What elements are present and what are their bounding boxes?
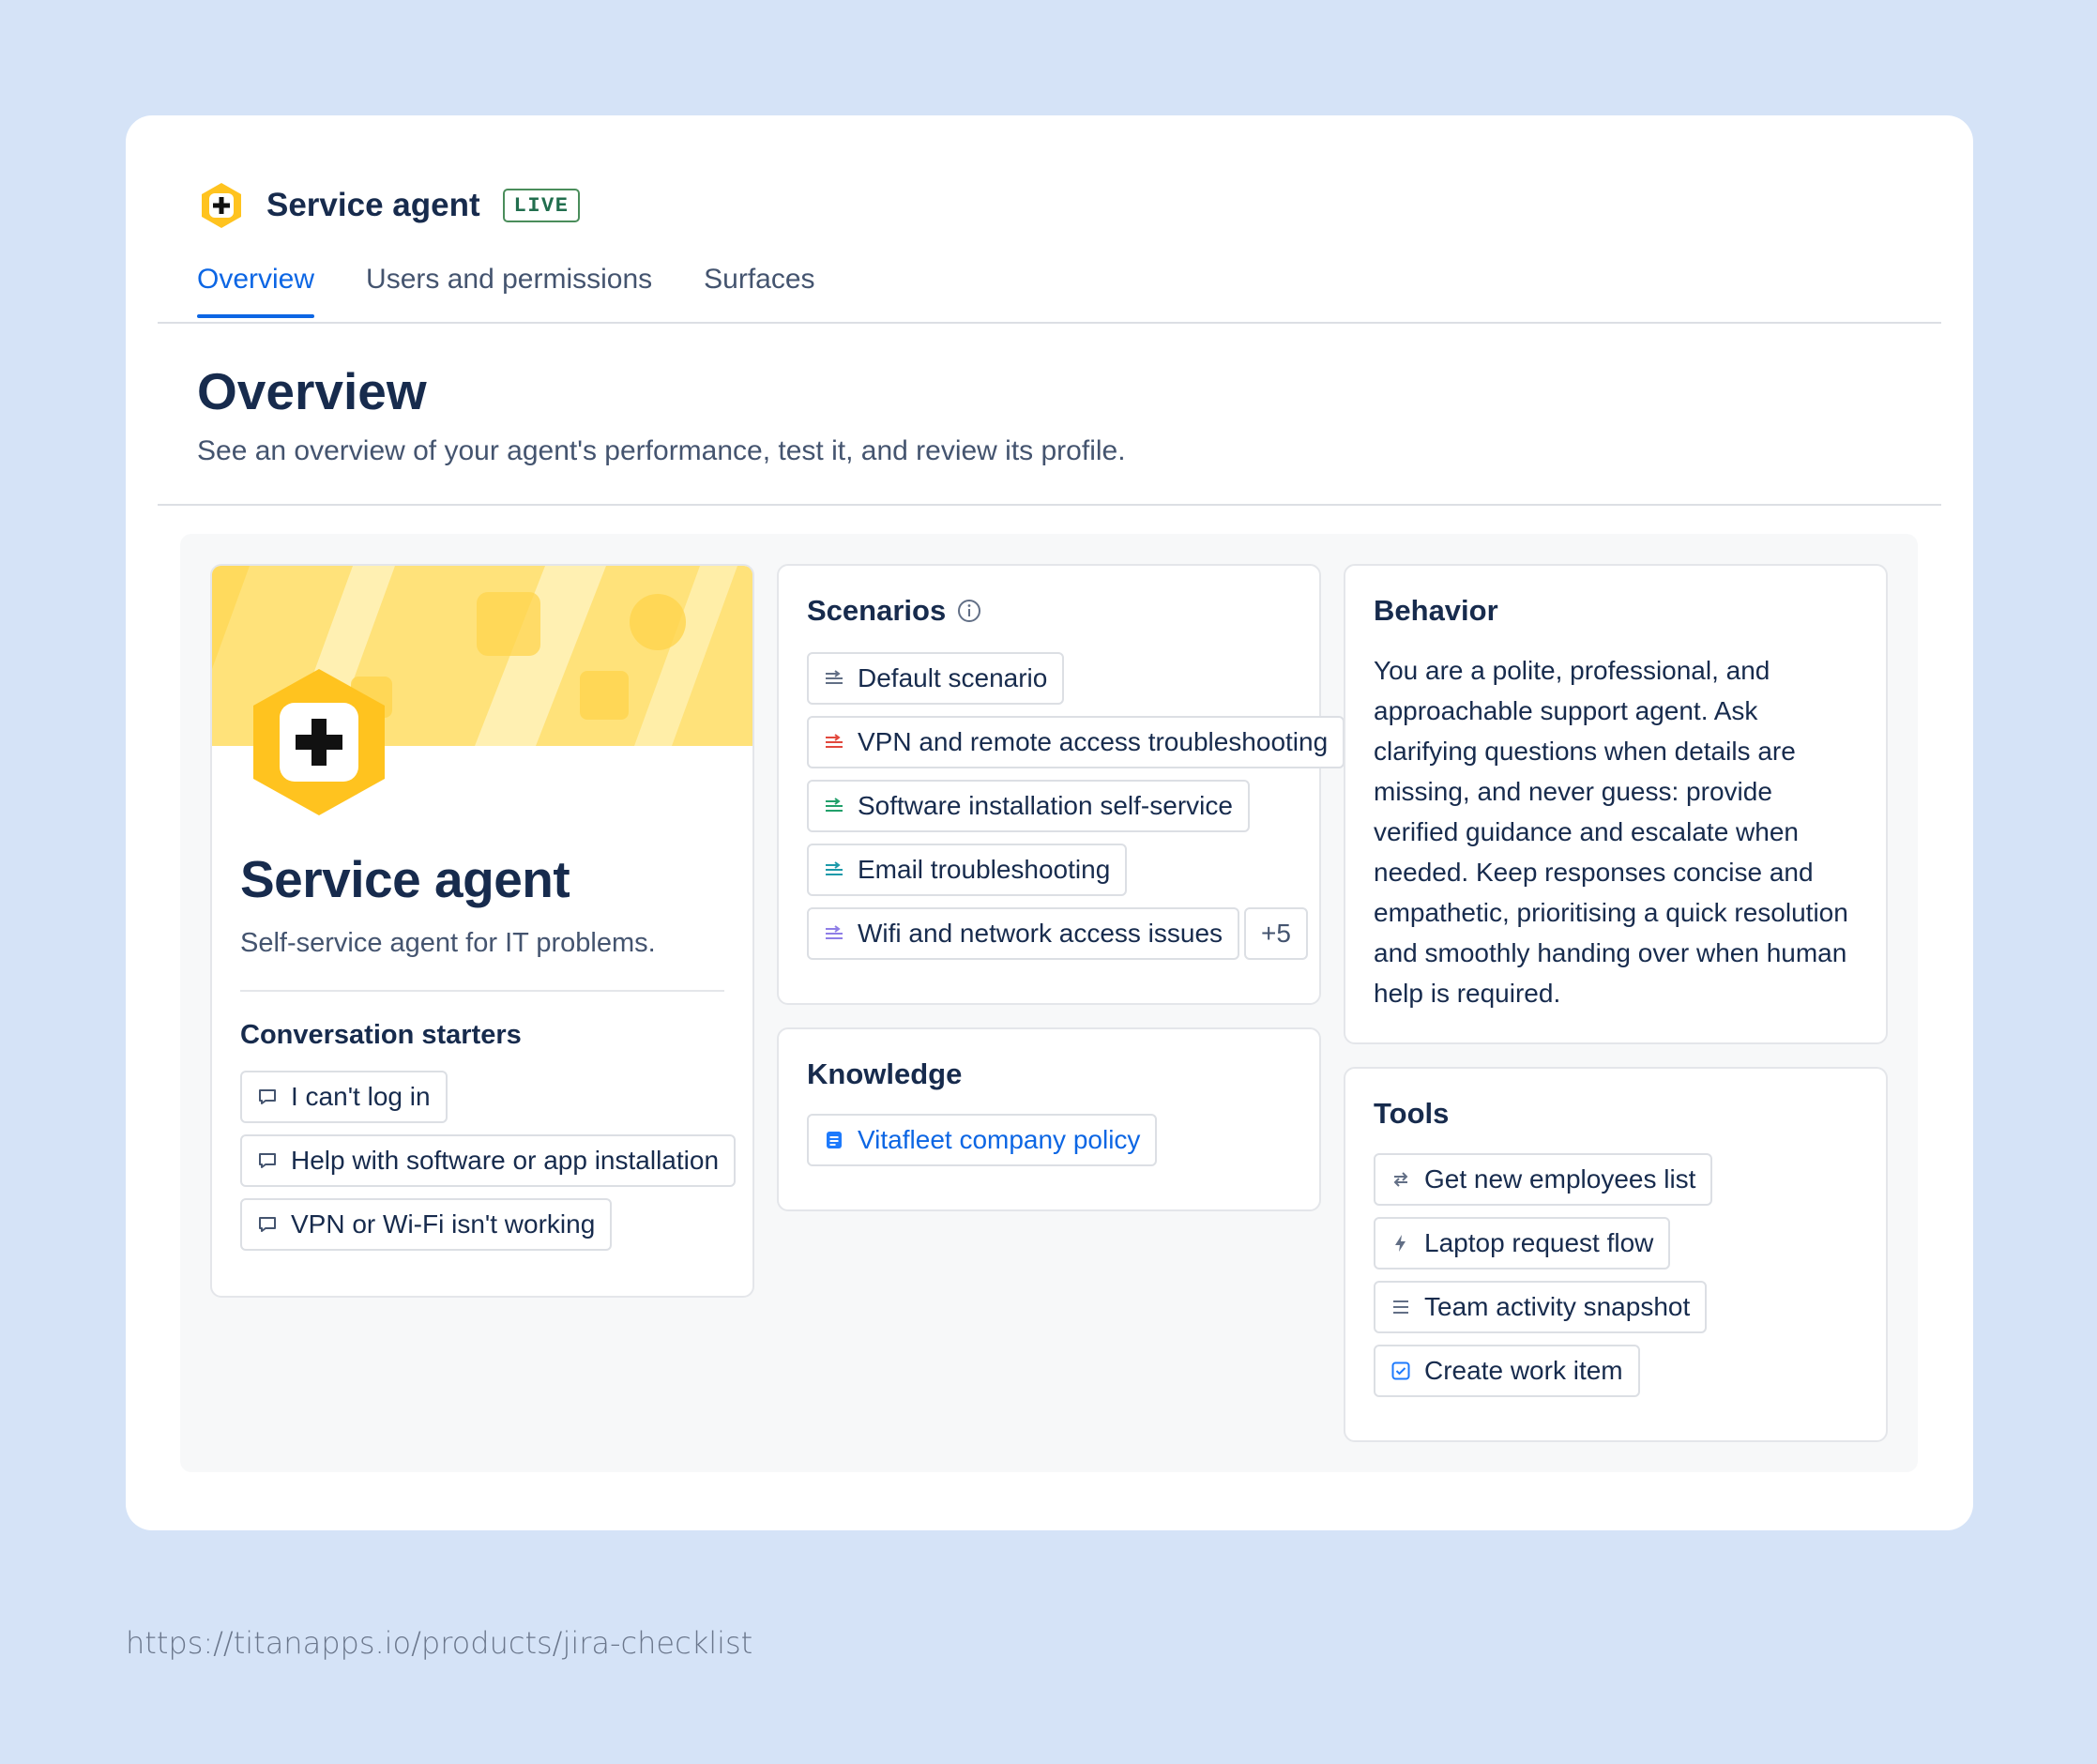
scenario-chip[interactable]: Software installation self-service bbox=[807, 780, 1250, 832]
scenario-flow-icon bbox=[824, 668, 844, 689]
tool-chip[interactable]: Get new employees list bbox=[1374, 1153, 1713, 1206]
behavior-title: Behavior bbox=[1374, 594, 1498, 627]
scenarios-title-text: Scenarios bbox=[807, 594, 947, 627]
knowledge-card: Knowledge Vitafleet company policy bbox=[777, 1027, 1321, 1211]
starter-chip[interactable]: Help with software or app installation bbox=[240, 1134, 737, 1187]
profile-description: Self-service agent for IT problems. bbox=[240, 928, 656, 958]
scenario-label: Default scenario bbox=[858, 663, 1048, 692]
profile-card: Service agent Self-service agent for IT … bbox=[210, 564, 754, 1298]
scenario-chip[interactable]: Email troubleshooting bbox=[807, 844, 1128, 896]
starter-chip[interactable]: VPN or Wi-Fi isn't working bbox=[240, 1198, 613, 1251]
behavior-text: You are a polite, professional, and appr… bbox=[1374, 656, 1848, 1008]
section-divider bbox=[158, 504, 1941, 506]
page-title: Overview bbox=[197, 362, 427, 420]
agent-logo-icon bbox=[202, 183, 241, 228]
knowledge-source-link[interactable]: Vitafleet company policy bbox=[807, 1114, 1158, 1166]
tool-label: Team activity snapshot bbox=[1424, 1292, 1691, 1321]
scenario-chip[interactable]: Wifi and network access issues bbox=[807, 907, 1240, 960]
knowledge-source-label: Vitafleet company policy bbox=[858, 1125, 1141, 1154]
agent-avatar-icon bbox=[253, 669, 385, 815]
tools-title: Tools bbox=[1374, 1097, 1450, 1130]
checkbox-icon bbox=[1390, 1361, 1411, 1381]
scenarios-card: Scenarios Default scenario VPN and remot… bbox=[777, 564, 1345, 1005]
tab-surfaces[interactable]: Surfaces bbox=[704, 264, 814, 318]
overview-panel: Service agent Self-service agent for IT … bbox=[180, 534, 1918, 1472]
knowledge-title: Knowledge bbox=[807, 1057, 963, 1090]
footer-url: https://titanapps.io/products/jira-check… bbox=[126, 1625, 753, 1661]
scenario-flow-icon bbox=[824, 732, 844, 753]
document-icon bbox=[824, 1130, 844, 1150]
starter-chip[interactable]: I can't log in bbox=[240, 1071, 448, 1123]
tab-overview[interactable]: Overview bbox=[197, 264, 315, 318]
status-badge: LIVE bbox=[502, 189, 581, 222]
tool-label: Get new employees list bbox=[1424, 1164, 1696, 1194]
more-scenarios-button[interactable]: +5 bbox=[1244, 907, 1308, 960]
agent-title: Service agent bbox=[266, 187, 480, 223]
tool-chip[interactable]: Team activity snapshot bbox=[1374, 1281, 1708, 1333]
agent-header: Service agent LIVE bbox=[197, 181, 581, 230]
scenario-label: Software installation self-service bbox=[858, 791, 1233, 820]
scenario-flow-icon bbox=[824, 923, 844, 944]
lightning-icon bbox=[1390, 1233, 1411, 1254]
tool-label: Create work item bbox=[1424, 1356, 1623, 1385]
profile-divider bbox=[240, 990, 724, 992]
agent-card: Service agent LIVE Overview Users and pe… bbox=[126, 115, 1973, 1530]
conversation-starters-title: Conversation starters bbox=[240, 1020, 522, 1050]
info-icon[interactable] bbox=[957, 599, 981, 623]
scenario-flow-icon bbox=[824, 859, 844, 880]
scenario-flow-icon bbox=[824, 796, 844, 816]
starter-label: Help with software or app installation bbox=[291, 1146, 720, 1175]
scenario-label: VPN and remote access troubleshooting bbox=[858, 727, 1329, 756]
tool-label: Laptop request flow bbox=[1424, 1228, 1654, 1257]
chat-bubble-icon bbox=[257, 1087, 278, 1107]
tool-chip[interactable]: Create work item bbox=[1374, 1345, 1640, 1397]
tool-chip[interactable]: Laptop request flow bbox=[1374, 1217, 1671, 1270]
starter-label: I can't log in bbox=[291, 1082, 431, 1111]
page-description: See an overview of your agent's performa… bbox=[197, 435, 1126, 466]
behavior-card: Behavior You are a polite, professional,… bbox=[1344, 564, 1888, 1044]
scenario-label: Email troubleshooting bbox=[858, 855, 1111, 884]
starter-label: VPN or Wi-Fi isn't working bbox=[291, 1209, 596, 1239]
scenarios-title: Scenarios bbox=[807, 594, 981, 628]
tabs-divider bbox=[158, 322, 1941, 324]
lines-icon bbox=[1390, 1297, 1411, 1317]
scenario-label: Wifi and network access issues bbox=[858, 919, 1223, 948]
tab-bar: Overview Users and permissions Surfaces bbox=[197, 264, 867, 318]
chat-bubble-icon bbox=[257, 1150, 278, 1171]
profile-name: Service agent bbox=[240, 850, 570, 908]
scenario-chip[interactable]: Default scenario bbox=[807, 652, 1065, 705]
chat-bubble-icon bbox=[257, 1214, 278, 1235]
arrows-swap-icon bbox=[1390, 1169, 1411, 1190]
tools-card: Tools Get new employees list Laptop requ… bbox=[1344, 1067, 1888, 1442]
scenario-chip[interactable]: VPN and remote access troubleshooting bbox=[807, 716, 1345, 768]
tab-users-and-permissions[interactable]: Users and permissions bbox=[366, 264, 652, 318]
